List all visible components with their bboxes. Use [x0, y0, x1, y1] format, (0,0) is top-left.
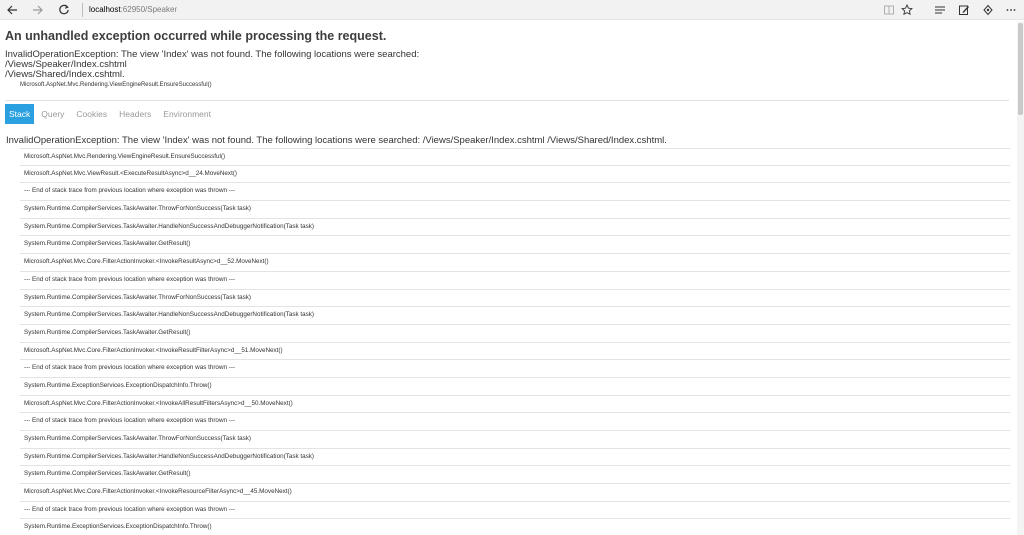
address-separator — [82, 3, 83, 17]
stack-frame-row[interactable]: Microsoft.AspNet.Mvc.Core.FilterActionIn… — [20, 254, 1010, 272]
stack-frame-row[interactable]: --- End of stack trace from previous loc… — [20, 360, 1010, 378]
tabs-divider — [5, 100, 1009, 101]
tab-stack[interactable]: Stack — [5, 104, 35, 124]
page-scrollbar[interactable] — [1017, 21, 1024, 535]
stack-frame-row[interactable]: --- End of stack trace from previous loc… — [20, 502, 1010, 520]
refresh-button[interactable] — [56, 2, 72, 18]
stack-frame-row[interactable]: System.Runtime.CompilerServices.TaskAwai… — [20, 201, 1010, 219]
tab-query[interactable]: Query — [36, 104, 69, 124]
stack-frame-row[interactable]: System.Runtime.CompilerServices.TaskAwai… — [20, 236, 1010, 255]
stack-frame-row[interactable]: System.Runtime.ExceptionServices.Excepti… — [20, 378, 1010, 396]
stack-frame-row[interactable]: --- End of stack trace from previous loc… — [20, 413, 1010, 431]
tab-headers[interactable]: Headers — [114, 104, 156, 124]
web-note-button[interactable] — [956, 2, 972, 18]
exception-header: InvalidOperationException: The view 'Ind… — [6, 135, 667, 146]
stack-frame-row[interactable]: --- End of stack trace from previous loc… — [20, 183, 1010, 202]
stack-frame-row[interactable]: System.Runtime.CompilerServices.TaskAwai… — [20, 325, 1010, 343]
back-arrow-icon — [7, 5, 17, 15]
stack-frame-row[interactable]: --- End of stack trace from previous loc… — [20, 272, 1010, 290]
stack-frame-row[interactable]: System.Runtime.CompilerServices.TaskAwai… — [20, 431, 1010, 449]
address-host: localhost — [89, 5, 121, 14]
tab-bar: Stack Query Cookies Headers Environment — [5, 104, 218, 124]
scrollbar-thumb[interactable] — [1018, 23, 1023, 115]
reading-view-icon — [884, 5, 894, 15]
stack-frame-row[interactable]: Microsoft.AspNet.Mvc.Core.FilterActionIn… — [20, 484, 1010, 502]
stack-frame-list: Microsoft.AspNet.Mvc.Rendering.ViewEngin… — [20, 148, 1010, 535]
hub-icon — [935, 6, 945, 14]
stack-frame-row[interactable]: System.Runtime.CompilerServices.TaskAwai… — [20, 290, 1010, 308]
browser-toolbar: localhost:62950/Speaker — [0, 0, 1024, 20]
stack-frame-row[interactable]: Microsoft.AspNet.Mvc.Core.FilterActionIn… — [20, 343, 1010, 361]
address-bar[interactable]: localhost:62950/Speaker — [89, 4, 177, 16]
stack-frame-row[interactable]: Microsoft.AspNet.Mvc.Core.FilterActionIn… — [20, 396, 1010, 414]
hub-button[interactable] — [932, 2, 948, 18]
address-path: :62950/Speaker — [120, 5, 178, 14]
back-button[interactable] — [4, 2, 20, 18]
error-page: An unhandled exception occurred while pr… — [0, 21, 1016, 535]
reading-view-button[interactable] — [881, 2, 897, 18]
stack-frame-row[interactable]: System.Runtime.CompilerServices.TaskAwai… — [20, 307, 1010, 325]
share-icon — [983, 4, 993, 16]
stack-frame-row[interactable]: Microsoft.AspNet.Mvc.ViewResult.<Execute… — [20, 166, 1010, 184]
error-title: An unhandled exception occurred while pr… — [5, 29, 387, 43]
web-note-icon — [959, 5, 969, 15]
tab-environment[interactable]: Environment — [158, 104, 216, 124]
stack-frame-row[interactable]: System.Runtime.CompilerServices.TaskAwai… — [20, 219, 1010, 237]
error-location: Microsoft.AspNet.Mvc.Rendering.ViewEngin… — [20, 82, 212, 88]
forward-button[interactable] — [30, 2, 46, 18]
error-message-line-3: /Views/Shared/Index.cshtml. — [5, 69, 125, 80]
share-button[interactable] — [980, 2, 996, 18]
favorite-star-icon — [901, 4, 913, 16]
stack-frame-row[interactable]: System.Runtime.CompilerServices.TaskAwai… — [20, 449, 1010, 467]
tab-cookies[interactable]: Cookies — [71, 104, 112, 124]
stack-frame-row[interactable]: System.Runtime.ExceptionServices.Excepti… — [20, 519, 1010, 535]
favorite-button[interactable] — [899, 2, 915, 18]
refresh-icon — [59, 4, 69, 15]
stack-frame-row[interactable]: Microsoft.AspNet.Mvc.Rendering.ViewEngin… — [20, 148, 1010, 166]
forward-arrow-icon — [33, 5, 43, 15]
stack-frame-row[interactable]: System.Runtime.CompilerServices.TaskAwai… — [20, 466, 1010, 485]
more-button[interactable] — [1003, 2, 1019, 18]
more-icon — [1006, 9, 1016, 11]
